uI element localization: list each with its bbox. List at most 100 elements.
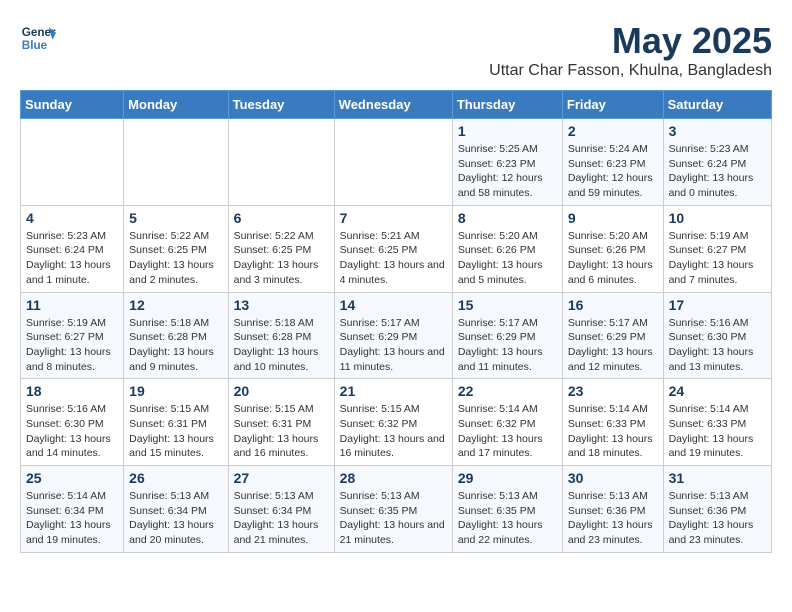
- day-number: 2: [568, 123, 658, 139]
- calendar-subtitle: Uttar Char Fasson, Khulna, Bangladesh: [489, 62, 772, 80]
- calendar-cell: 9 Sunrise: 5:20 AM Sunset: 6:26 PM Daylig…: [562, 205, 663, 292]
- day-info: Sunrise: 5:14 AM Sunset: 6:34 PM Dayligh…: [26, 489, 118, 548]
- calendar-cell: [228, 119, 334, 206]
- day-header-tuesday: Tuesday: [228, 91, 334, 119]
- day-info: Sunrise: 5:25 AM Sunset: 6:23 PM Dayligh…: [458, 142, 557, 201]
- calendar-cell: 20 Sunrise: 5:15 AM Sunset: 6:31 PM Dayli…: [228, 379, 334, 466]
- calendar-cell: [21, 119, 124, 206]
- day-header-thursday: Thursday: [452, 91, 562, 119]
- day-info: Sunrise: 5:16 AM Sunset: 6:30 PM Dayligh…: [26, 402, 118, 461]
- calendar-cell: 3 Sunrise: 5:23 AM Sunset: 6:24 PM Daylig…: [663, 119, 771, 206]
- day-info: Sunrise: 5:13 AM Sunset: 6:34 PM Dayligh…: [129, 489, 222, 548]
- day-number: 25: [26, 470, 118, 486]
- day-header-monday: Monday: [124, 91, 228, 119]
- day-number: 9: [568, 210, 658, 226]
- day-header-wednesday: Wednesday: [334, 91, 452, 119]
- page-header: General Blue General Blue May 2025 Uttar…: [20, 20, 772, 80]
- day-info: Sunrise: 5:13 AM Sunset: 6:35 PM Dayligh…: [458, 489, 557, 548]
- day-info: Sunrise: 5:15 AM Sunset: 6:32 PM Dayligh…: [340, 402, 447, 461]
- day-info: Sunrise: 5:17 AM Sunset: 6:29 PM Dayligh…: [340, 316, 447, 375]
- calendar-cell: 30 Sunrise: 5:13 AM Sunset: 6:36 PM Dayli…: [562, 466, 663, 553]
- day-number: 28: [340, 470, 447, 486]
- day-number: 29: [458, 470, 557, 486]
- calendar-cell: 25 Sunrise: 5:14 AM Sunset: 6:34 PM Dayli…: [21, 466, 124, 553]
- week-row-2: 4 Sunrise: 5:23 AM Sunset: 6:24 PM Daylig…: [21, 205, 772, 292]
- day-info: Sunrise: 5:23 AM Sunset: 6:24 PM Dayligh…: [669, 142, 766, 201]
- calendar-cell: 11Sunrise: 5:19 AM Sunset: 6:27 PM Dayli…: [21, 292, 124, 379]
- calendar-cell: [124, 119, 228, 206]
- day-info: Sunrise: 5:13 AM Sunset: 6:35 PM Dayligh…: [340, 489, 447, 548]
- calendar-cell: 29 Sunrise: 5:13 AM Sunset: 6:35 PM Dayli…: [452, 466, 562, 553]
- day-info: Sunrise: 5:13 AM Sunset: 6:36 PM Dayligh…: [568, 489, 658, 548]
- day-number: 19: [129, 383, 222, 399]
- calendar-cell: 5 Sunrise: 5:22 AM Sunset: 6:25 PM Daylig…: [124, 205, 228, 292]
- day-info: Sunrise: 5:19 AM Sunset: 6:27 PM Dayligh…: [26, 316, 118, 375]
- day-info: Sunrise: 5:20 AM Sunset: 6:26 PM Dayligh…: [458, 229, 557, 288]
- day-info: Sunrise: 5:17 AM Sunset: 6:29 PM Dayligh…: [568, 316, 658, 375]
- day-number: 3: [669, 123, 766, 139]
- day-info: Sunrise: 5:22 AM Sunset: 6:25 PM Dayligh…: [234, 229, 329, 288]
- day-info: Sunrise: 5:23 AM Sunset: 6:24 PM Dayligh…: [26, 229, 118, 288]
- day-number: 12: [129, 297, 222, 313]
- calendar-cell: 22Sunrise: 5:14 AM Sunset: 6:32 PM Dayli…: [452, 379, 562, 466]
- calendar-title: May 2025: [489, 20, 772, 62]
- day-number: 4: [26, 210, 118, 226]
- day-number: 20: [234, 383, 329, 399]
- day-number: 7: [340, 210, 447, 226]
- calendar-cell: 23Sunrise: 5:14 AM Sunset: 6:33 PM Dayli…: [562, 379, 663, 466]
- day-number: 17: [669, 297, 766, 313]
- day-number: 30: [568, 470, 658, 486]
- day-number: 10: [669, 210, 766, 226]
- day-number: 24: [669, 383, 766, 399]
- day-number: 14: [340, 297, 447, 313]
- svg-text:Blue: Blue: [22, 39, 48, 52]
- day-info: Sunrise: 5:14 AM Sunset: 6:32 PM Dayligh…: [458, 402, 557, 461]
- calendar-cell: 2Sunrise: 5:24 AM Sunset: 6:23 PM Daylig…: [562, 119, 663, 206]
- day-number: 8: [458, 210, 557, 226]
- day-info: Sunrise: 5:13 AM Sunset: 6:34 PM Dayligh…: [234, 489, 329, 548]
- day-info: Sunrise: 5:22 AM Sunset: 6:25 PM Dayligh…: [129, 229, 222, 288]
- week-row-3: 11Sunrise: 5:19 AM Sunset: 6:27 PM Dayli…: [21, 292, 772, 379]
- day-info: Sunrise: 5:18 AM Sunset: 6:28 PM Dayligh…: [129, 316, 222, 375]
- day-info: Sunrise: 5:14 AM Sunset: 6:33 PM Dayligh…: [568, 402, 658, 461]
- calendar-cell: 17 Sunrise: 5:16 AM Sunset: 6:30 PM Dayli…: [663, 292, 771, 379]
- day-info: Sunrise: 5:17 AM Sunset: 6:29 PM Dayligh…: [458, 316, 557, 375]
- day-info: Sunrise: 5:19 AM Sunset: 6:27 PM Dayligh…: [669, 229, 766, 288]
- days-header-row: SundayMondayTuesdayWednesdayThursdayFrid…: [21, 91, 772, 119]
- week-row-1: 1 Sunrise: 5:25 AM Sunset: 6:23 PM Daylig…: [21, 119, 772, 206]
- day-number: 21: [340, 383, 447, 399]
- calendar-cell: 13Sunrise: 5:18 AM Sunset: 6:28 PM Dayli…: [228, 292, 334, 379]
- day-number: 15: [458, 297, 557, 313]
- calendar-cell: 4 Sunrise: 5:23 AM Sunset: 6:24 PM Daylig…: [21, 205, 124, 292]
- day-info: Sunrise: 5:13 AM Sunset: 6:36 PM Dayligh…: [669, 489, 766, 548]
- calendar-cell: 10 Sunrise: 5:19 AM Sunset: 6:27 PM Dayli…: [663, 205, 771, 292]
- day-info: Sunrise: 5:18 AM Sunset: 6:28 PM Dayligh…: [234, 316, 329, 375]
- calendar-cell: 7 Sunrise: 5:21 AM Sunset: 6:25 PM Daylig…: [334, 205, 452, 292]
- calendar-cell: 26Sunrise: 5:13 AM Sunset: 6:34 PM Dayli…: [124, 466, 228, 553]
- calendar-cell: 18 Sunrise: 5:16 AM Sunset: 6:30 PM Dayli…: [21, 379, 124, 466]
- day-number: 5: [129, 210, 222, 226]
- calendar-cell: 16Sunrise: 5:17 AM Sunset: 6:29 PM Dayli…: [562, 292, 663, 379]
- calendar-cell: 14 Sunrise: 5:17 AM Sunset: 6:29 PM Dayli…: [334, 292, 452, 379]
- day-info: Sunrise: 5:21 AM Sunset: 6:25 PM Dayligh…: [340, 229, 447, 288]
- day-number: 6: [234, 210, 329, 226]
- calendar-cell: 24Sunrise: 5:14 AM Sunset: 6:33 PM Dayli…: [663, 379, 771, 466]
- day-number: 31: [669, 470, 766, 486]
- calendar-cell: 12 Sunrise: 5:18 AM Sunset: 6:28 PM Dayli…: [124, 292, 228, 379]
- day-header-sunday: Sunday: [21, 91, 124, 119]
- calendar-cell: 21 Sunrise: 5:15 AM Sunset: 6:32 PM Dayli…: [334, 379, 452, 466]
- day-info: Sunrise: 5:15 AM Sunset: 6:31 PM Dayligh…: [234, 402, 329, 461]
- logo-icon: General Blue: [20, 20, 56, 56]
- day-number: 1: [458, 123, 557, 139]
- calendar-cell: 6 Sunrise: 5:22 AM Sunset: 6:25 PM Daylig…: [228, 205, 334, 292]
- calendar-cell: 1 Sunrise: 5:25 AM Sunset: 6:23 PM Daylig…: [452, 119, 562, 206]
- day-number: 27: [234, 470, 329, 486]
- day-info: Sunrise: 5:16 AM Sunset: 6:30 PM Dayligh…: [669, 316, 766, 375]
- day-number: 18: [26, 383, 118, 399]
- day-header-friday: Friday: [562, 91, 663, 119]
- calendar-cell: 19Sunrise: 5:15 AM Sunset: 6:31 PM Dayli…: [124, 379, 228, 466]
- calendar-table: SundayMondayTuesdayWednesdayThursdayFrid…: [20, 90, 772, 553]
- calendar-cell: 31 Sunrise: 5:13 AM Sunset: 6:36 PM Dayli…: [663, 466, 771, 553]
- day-info: Sunrise: 5:20 AM Sunset: 6:26 PM Dayligh…: [568, 229, 658, 288]
- day-header-saturday: Saturday: [663, 91, 771, 119]
